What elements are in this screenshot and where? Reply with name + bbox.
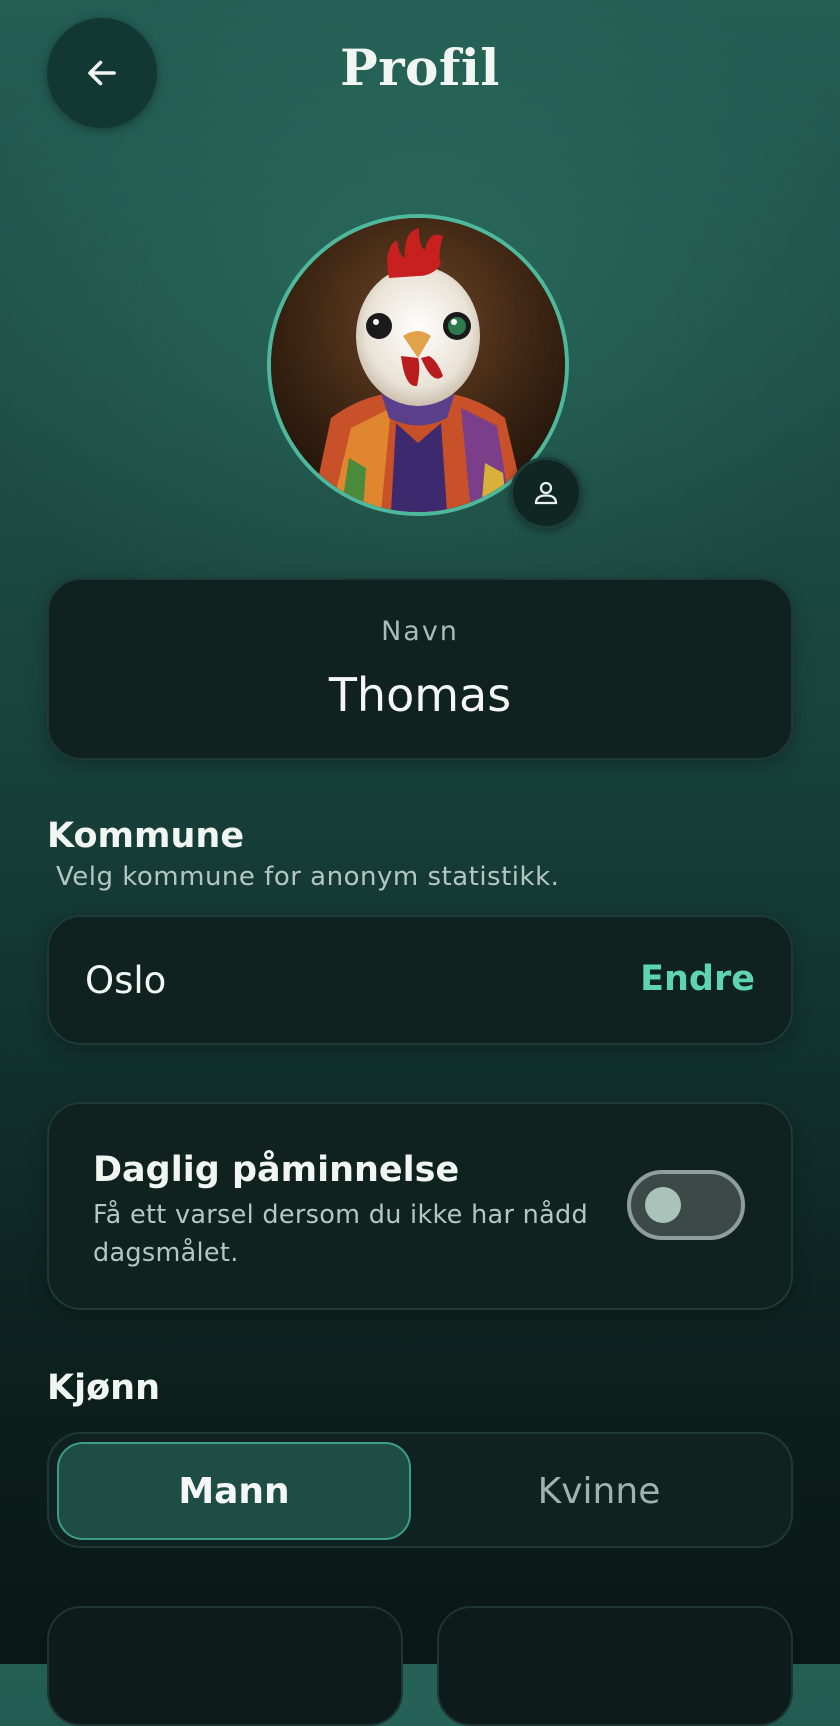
person-icon bbox=[534, 481, 558, 505]
page-title: Profil bbox=[340, 38, 500, 97]
gender-title: Kjønn bbox=[47, 1368, 160, 1408]
gender-option-mann[interactable]: Mann bbox=[57, 1442, 411, 1540]
kommune-subtitle: Velg kommune for anonym statistikk. bbox=[56, 862, 560, 892]
reminder-title: Daglig påminnelse bbox=[93, 1150, 460, 1190]
kommune-card: Oslo Endre bbox=[47, 915, 793, 1045]
reminder-card: Daglig påminnelse Få ett varsel dersom d… bbox=[47, 1102, 793, 1310]
gender-option-kvinne[interactable]: Kvinne bbox=[419, 1442, 779, 1540]
toggle-knob bbox=[645, 1187, 681, 1223]
name-card[interactable]: Navn Thomas bbox=[47, 578, 793, 760]
name-label: Navn bbox=[381, 616, 459, 647]
reminder-toggle[interactable] bbox=[627, 1170, 745, 1240]
kommune-edit-button[interactable]: Endre bbox=[640, 959, 755, 999]
bottom-card-right[interactable] bbox=[437, 1606, 793, 1726]
gender-selector: Mann Kvinne bbox=[47, 1432, 793, 1548]
kommune-title: Kommune bbox=[47, 816, 245, 856]
name-value: Thomas bbox=[328, 668, 512, 722]
change-avatar-button[interactable] bbox=[510, 457, 582, 529]
bottom-card-left[interactable] bbox=[47, 1606, 403, 1726]
kommune-value: Oslo bbox=[85, 959, 167, 1002]
reminder-description: Få ett varsel dersom du ikke har nådd da… bbox=[93, 1200, 589, 1268]
